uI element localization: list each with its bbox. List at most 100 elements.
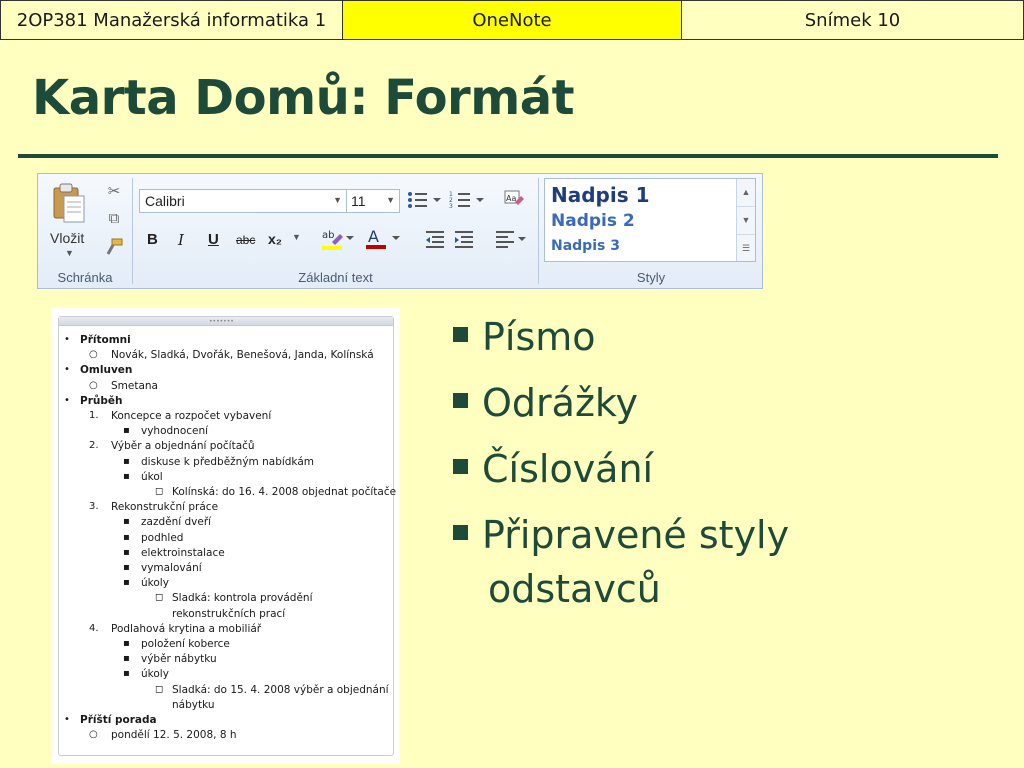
subscript-button[interactable]: x₂ (268, 231, 282, 247)
strikethrough-button[interactable]: abc (236, 233, 255, 247)
note-line[interactable]: Přítomni (80, 334, 131, 346)
font-size-value: 11 (351, 193, 366, 209)
paste-dropdown-icon[interactable]: ▼ (65, 248, 74, 258)
note-line[interactable]: položení koberce (141, 638, 230, 650)
note-line[interactable]: Smetana (111, 380, 158, 392)
bullet-item: Připravené styly (453, 513, 789, 557)
note-line[interactable]: nábytku (172, 699, 215, 711)
note-line[interactable]: Příští porada (80, 714, 157, 726)
font-name-field[interactable]: Calibri ▼ (139, 189, 347, 213)
note-line[interactable]: podhled (141, 532, 183, 544)
bullets-icon[interactable] (406, 190, 442, 210)
note-marker: • (64, 334, 70, 345)
note-line[interactable]: rekonstrukčních prací (172, 608, 285, 620)
note-line[interactable]: vymalování (141, 562, 202, 574)
note-line[interactable]: výběr nábytku (141, 653, 217, 665)
basic-text-group-label: Základní text (298, 270, 373, 285)
note-line[interactable]: Podlahová krytina a mobiliář (111, 623, 261, 635)
slide-header: 2OP381 Manažerská informatika 1 OneNote … (0, 0, 1024, 40)
note-marker: ▪ (123, 546, 130, 558)
format-painter-icon[interactable] (104, 238, 124, 256)
note-marker: ▪ (123, 577, 130, 589)
grip-icon: ••••••• (209, 318, 234, 325)
square-bullet-icon (453, 393, 468, 408)
note-line[interactable]: úkoly (141, 668, 169, 680)
note-marker: 4. (89, 622, 99, 634)
highlight-icon[interactable]: ab (320, 226, 354, 252)
style-heading-3[interactable]: Nadpis 3 (551, 238, 620, 254)
chevron-down-icon[interactable]: ▼ (333, 195, 342, 205)
scroll-up-icon[interactable]: ▲ (737, 179, 755, 207)
bold-button[interactable]: B (147, 231, 158, 248)
note-line[interactable]: Sladká: kontrola provádění (172, 592, 313, 604)
note-line[interactable]: elektroinstalace (141, 547, 225, 559)
note-container-handle[interactable]: ••••••• (59, 317, 393, 326)
increase-indent-icon[interactable] (453, 229, 475, 249)
app-name: OneNote (343, 0, 682, 40)
note-marker: ▪ (123, 470, 130, 482)
numbering-icon[interactable]: 1 2 3 (449, 190, 485, 210)
note-line[interactable]: vyhodnocení (141, 425, 208, 437)
paste-button-label[interactable]: Vložit (50, 230, 84, 246)
note-line[interactable]: Rekonstrukční práce (111, 501, 218, 513)
cut-icon[interactable]: ✂ (104, 182, 124, 200)
style-heading-1[interactable]: Nadpis 1 (551, 183, 650, 207)
note-line[interactable]: pondělí 12. 5. 2008, 8 h (111, 729, 237, 741)
clear-formatting-icon[interactable]: Aa (503, 188, 525, 210)
note-line[interactable]: úkol (141, 471, 163, 483)
note-line[interactable]: Výběr a objednání počítačů (111, 440, 255, 452)
note-marker: ▪ (123, 638, 130, 649)
note-line[interactable]: Koncepce a rozpočet vybavení (111, 410, 271, 422)
note-line[interactable]: úkoly (141, 577, 169, 589)
bullet-text: Písmo (482, 315, 596, 359)
styles-gallery[interactable]: Nadpis 1 Nadpis 2 Nadpis 3 ▲ ▼ ☰ (544, 178, 756, 262)
scroll-down-icon[interactable]: ▼ (737, 207, 755, 235)
title-divider (18, 154, 998, 158)
chevron-down-icon[interactable]: ▼ (386, 195, 395, 205)
note-marker: • (64, 364, 70, 376)
chevron-down-icon[interactable]: ▼ (292, 232, 301, 242)
note-marker: 3. (89, 501, 99, 513)
more-styles-icon[interactable]: ☰ (737, 235, 755, 262)
note-marker: ▪ (123, 531, 130, 543)
note-marker: 1. (89, 410, 99, 421)
note-line[interactable]: Sladká: do 15. 4. 2008 výběr a objednání (172, 684, 389, 696)
note-line[interactable]: zazdění dveří (141, 516, 211, 528)
styles-scrollbar[interactable]: ▲ ▼ ☰ (736, 179, 755, 261)
note-marker: ○ (89, 379, 98, 391)
clipboard-group-label: Schránka (57, 270, 113, 285)
square-bullet-icon (453, 459, 468, 474)
decrease-indent-icon[interactable] (424, 229, 446, 249)
font-color-icon[interactable]: A (364, 226, 400, 252)
ribbon-screenshot: Vložit ▼ ✂ ⧉ Schránka Calibri ▼ 11 ▼ 1 2… (37, 173, 763, 289)
italic-button[interactable]: I (178, 231, 184, 249)
note-marker: ◻ (155, 683, 164, 695)
slide-number: Snímek 10 (682, 0, 1024, 40)
slide-title: Karta Domů: Formát (32, 70, 575, 126)
bullet-text: odstavců (488, 567, 661, 611)
note-line[interactable]: Novák, Sladká, Dvořák, Benešová, Janda, … (111, 349, 374, 361)
font-name-value: Calibri (145, 193, 185, 209)
note-marker: • (64, 394, 70, 406)
note-container: ••••••• • Přítomni ○ Novák, Sladká, Dvořák,… (58, 316, 396, 756)
font-size-field[interactable]: 11 ▼ (347, 189, 400, 213)
style-heading-2[interactable]: Nadpis 2 (551, 211, 635, 231)
underline-button[interactable]: U (208, 231, 219, 248)
note-line[interactable]: Kolínská: do 16. 4. 2008 objednat počíta… (172, 486, 396, 498)
bullet-text: Připravené styly (482, 513, 790, 557)
note-marker: ▪ (123, 425, 130, 437)
note-line[interactable]: Omluven (80, 364, 132, 376)
note-marker: 2. (89, 440, 99, 452)
bullet-item: Odrážky (453, 381, 638, 425)
note-line[interactable]: Průběh (80, 395, 122, 407)
note-marker: ▪ (123, 668, 130, 680)
note-marker: ▪ (123, 562, 130, 573)
note-marker: ▪ (123, 516, 130, 528)
note-line[interactable]: diskuse k předběžným nabídkám (141, 456, 314, 468)
square-bullet-icon (453, 327, 468, 342)
paste-icon[interactable] (52, 182, 86, 224)
copy-icon[interactable]: ⧉ (104, 210, 124, 228)
bullet-item-continuation: odstavců (488, 567, 661, 611)
align-icon[interactable] (494, 229, 526, 249)
note-marker: ○ (89, 729, 98, 741)
